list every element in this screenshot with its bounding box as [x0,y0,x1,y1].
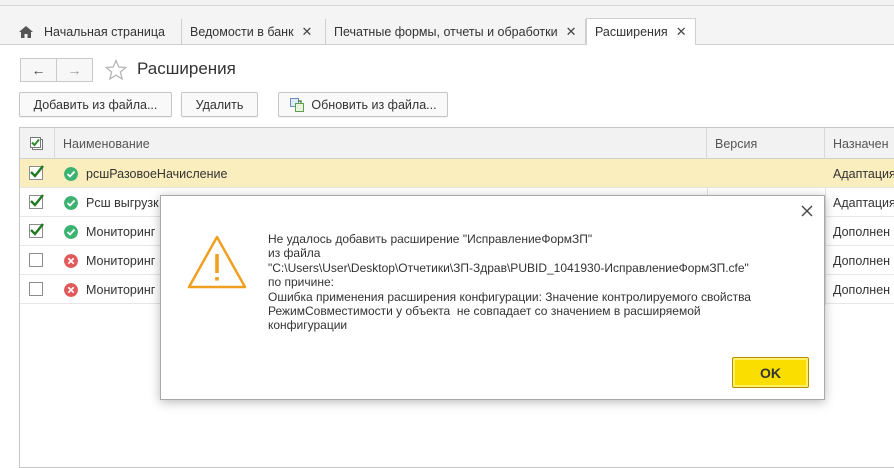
arrow-right-icon: → [67,62,82,78]
column-header-name[interactable]: Наименование [55,128,707,159]
column-header-version[interactable]: Версия [707,128,825,159]
status-error-icon [64,283,78,297]
tab-bank-statements[interactable]: Ведомости в банк ✕ [182,19,326,45]
header-check-all[interactable] [20,128,55,159]
active-checkbox[interactable] [29,223,44,238]
status-ok-icon [64,167,78,181]
check-icon [30,165,44,178]
error-line: по причине: [268,275,334,290]
tab-home[interactable]: Начальная страница [0,19,182,45]
ok-button[interactable]: OK [732,357,809,388]
tab-print-forms[interactable]: Печатные формы, отчеты и обработки ✕ [326,19,586,45]
tab-label: Печатные формы, отчеты и обработки [334,25,558,39]
row-purpose: Адаптация [833,166,894,181]
tab-label: Расширения [595,25,668,39]
warning-icon [187,235,247,289]
tab-label: Ведомости в банк [190,25,294,39]
tab-label: Начальная страница [44,25,165,39]
error-line: Не удалось добавить расширение "Исправле… [268,232,593,246]
error-message: Не удалось добавить расширение "Исправле… [268,232,808,333]
close-icon[interactable] [800,204,814,218]
error-dialog: Не удалось добавить расширение "Исправле… [160,195,825,400]
add-from-file-button[interactable]: Добавить из файла... [19,92,172,117]
error-line: "C:\Users\User\Desktop\Отчетики\ЗП-Здрав… [268,260,749,275]
close-icon[interactable]: ✕ [566,24,577,40]
check-icon [30,223,44,236]
row-name: рсшРазовоеНачисление [86,166,228,181]
update-from-file-label: Обновить из файла... [311,97,437,112]
active-checkbox[interactable] [29,253,43,267]
row-purpose: Дополнен [833,282,891,297]
update-icon [290,97,305,112]
back-button[interactable]: ← [20,58,56,82]
table-header: Наименование Версия Назначен [20,128,894,159]
arrow-left-icon: ← [31,62,46,78]
error-line: из файла [268,246,321,261]
active-checkbox[interactable] [29,194,44,209]
table-row[interactable]: рсшРазовоеНачисление Адаптация [20,159,894,188]
close-icon[interactable]: ✕ [302,24,313,40]
tab-extensions[interactable]: Расширения ✕ [586,18,696,45]
forward-button[interactable]: → [56,58,93,82]
column-header-purpose[interactable]: Назначен [825,128,894,159]
error-line: Ошибка применения расширения конфигураци… [268,289,751,304]
row-purpose: Дополнен [833,253,891,268]
delete-button[interactable]: Удалить [181,92,258,117]
check-icon [30,194,44,207]
status-ok-icon [64,225,78,239]
close-icon[interactable]: ✕ [676,24,687,40]
page-title: Расширения [137,59,236,78]
check-all-icon [30,136,43,150]
favorite-star-icon[interactable] [104,58,128,82]
update-from-file-button[interactable]: Обновить из файла... [278,92,448,117]
error-line: РежимСовместимости у объекта не совпадае… [268,304,701,319]
status-error-icon [64,254,78,268]
active-checkbox[interactable] [29,282,43,296]
row-purpose: Адаптация [833,195,894,210]
active-checkbox[interactable] [29,165,44,180]
error-line: конфигурации [268,318,348,333]
home-icon [19,26,33,38]
tab-bar: Начальная страница Ведомости в банк ✕ Пе… [0,6,894,45]
status-ok-icon [64,196,78,210]
row-purpose: Дополнен [833,224,891,239]
